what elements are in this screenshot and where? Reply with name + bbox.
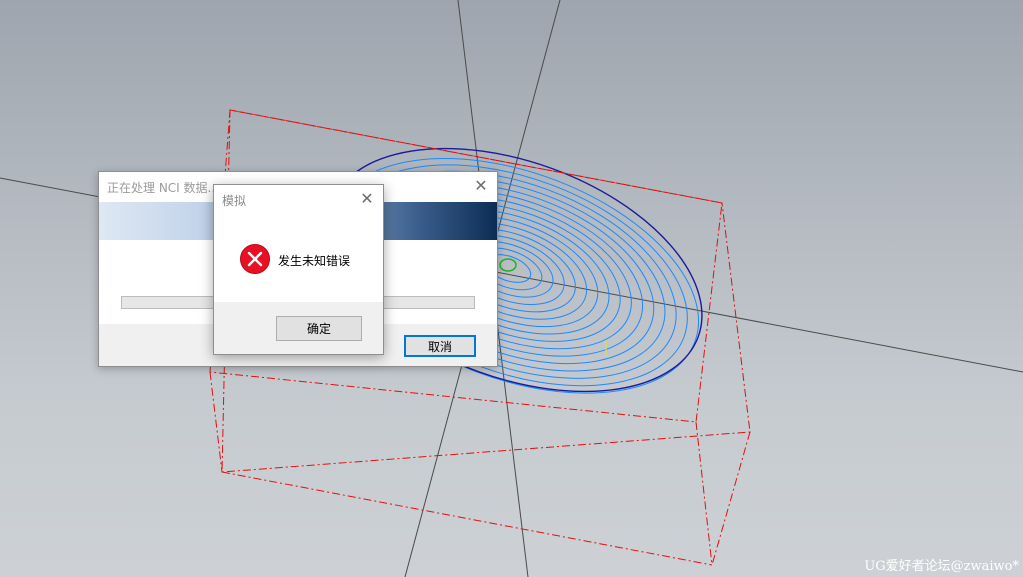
error-dialog-title: 模拟 (222, 194, 247, 208)
watermark-text: UG爱好者论坛@zwaiwo* (864, 559, 1019, 574)
center-marker (499, 258, 517, 272)
ok-button[interactable]: 确定 (276, 316, 362, 341)
progress-dialog-title: 正在处理 NCI 数据... (107, 181, 219, 195)
error-message-dialog[interactable]: 模拟 ✕ 发生未知错误 确定 (213, 184, 384, 355)
error-dialog-close-icon[interactable]: ✕ (357, 189, 377, 209)
error-message-text: 发生未知错误 (278, 254, 351, 268)
progress-dialog-close-icon[interactable]: ✕ (471, 176, 491, 196)
error-dialog-footer: 确定 (214, 302, 383, 354)
error-icon (240, 244, 270, 274)
cancel-button[interactable]: 取消 (404, 335, 476, 357)
